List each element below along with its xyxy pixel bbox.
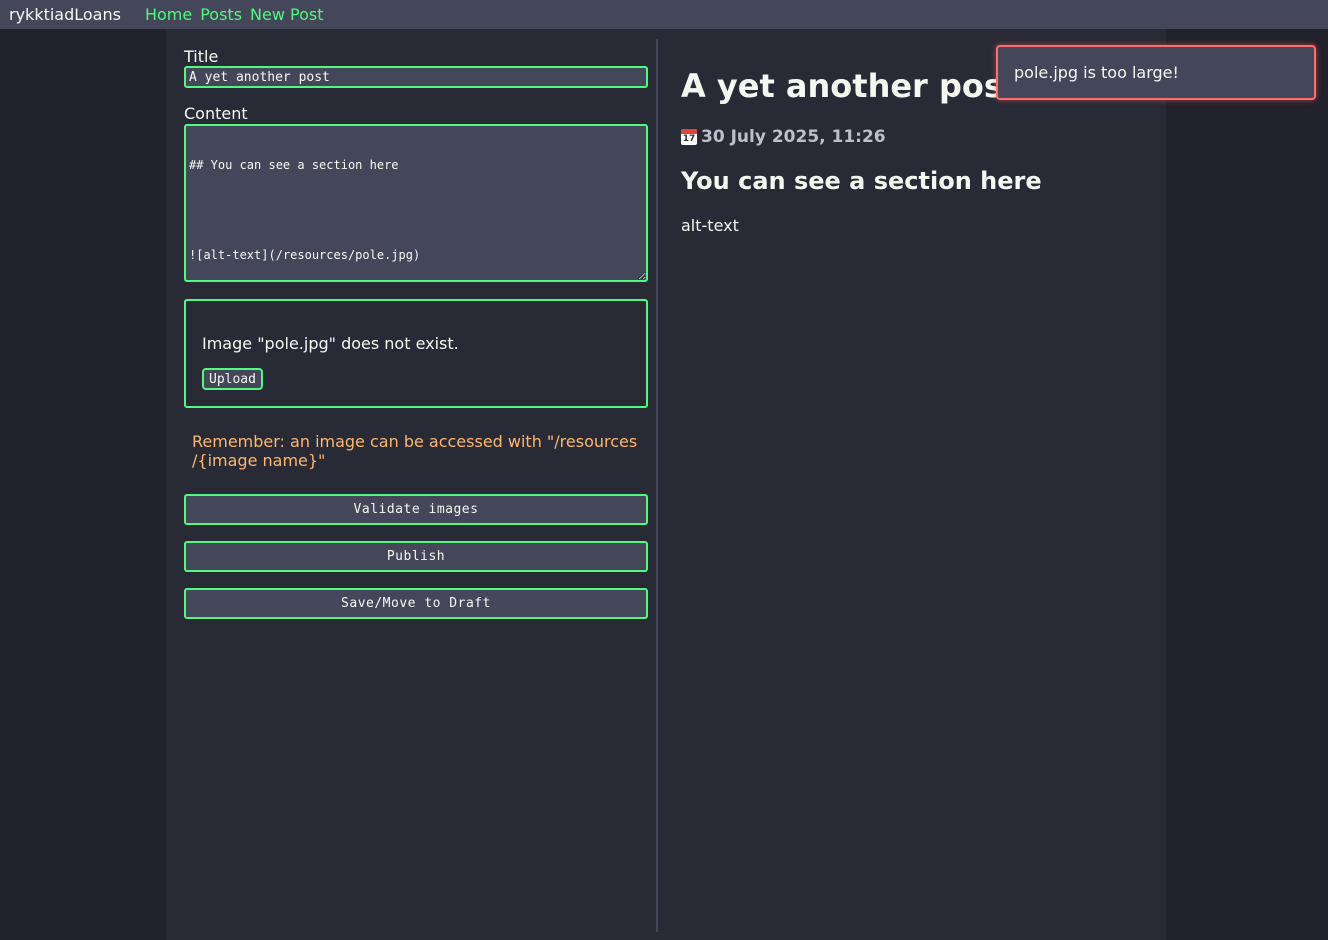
upload-message: Image "pole.jpg" does not exist. bbox=[202, 334, 459, 353]
save-draft-button[interactable]: Save/Move to Draft bbox=[184, 588, 648, 619]
image-upload-box: Image "pole.jpg" does not exist. Upload bbox=[184, 299, 648, 408]
top-navbar: rykktiadLoans Home Posts New Post bbox=[0, 0, 1328, 29]
error-toast[interactable]: pole.jpg is too large! bbox=[996, 45, 1316, 100]
nav-link-new-post[interactable]: New Post bbox=[250, 5, 323, 24]
toast-message: pole.jpg is too large! bbox=[1014, 63, 1179, 82]
calendar-icon bbox=[681, 129, 697, 145]
panel-divider bbox=[656, 39, 658, 932]
content-textarea[interactable]: ## You can see a section here ![alt-text… bbox=[184, 124, 648, 282]
nav-link-posts[interactable]: Posts bbox=[200, 5, 242, 24]
preview-image-alt: alt-text bbox=[681, 216, 739, 235]
content-line: ![alt-text](/resources/pole.jpg) bbox=[189, 248, 421, 262]
brand-name[interactable]: rykktiadLoans bbox=[9, 5, 121, 24]
content-line bbox=[189, 203, 643, 218]
main-panel: Title Content ## You can see a section h… bbox=[166, 29, 1166, 940]
nav-links: Home Posts New Post bbox=[145, 5, 324, 24]
nav-link-home[interactable]: Home bbox=[145, 5, 192, 24]
title-input[interactable] bbox=[184, 66, 648, 88]
upload-button[interactable]: Upload bbox=[202, 368, 263, 390]
publish-button[interactable]: Publish bbox=[184, 541, 648, 572]
content-line: ## You can see a section here bbox=[189, 158, 399, 172]
content-label: Content bbox=[184, 104, 248, 123]
resource-reminder: Remember: an image can be accessed with … bbox=[192, 432, 638, 470]
title-label: Title bbox=[184, 47, 219, 66]
preview-date-text: 30 July 2025, 11:26 bbox=[701, 127, 886, 147]
preview-date: 30 July 2025, 11:26 bbox=[681, 127, 886, 147]
validate-images-button[interactable]: Validate images bbox=[184, 494, 648, 525]
preview-title: A yet another post bbox=[681, 67, 1019, 105]
preview-section-heading: You can see a section here bbox=[681, 167, 1042, 195]
